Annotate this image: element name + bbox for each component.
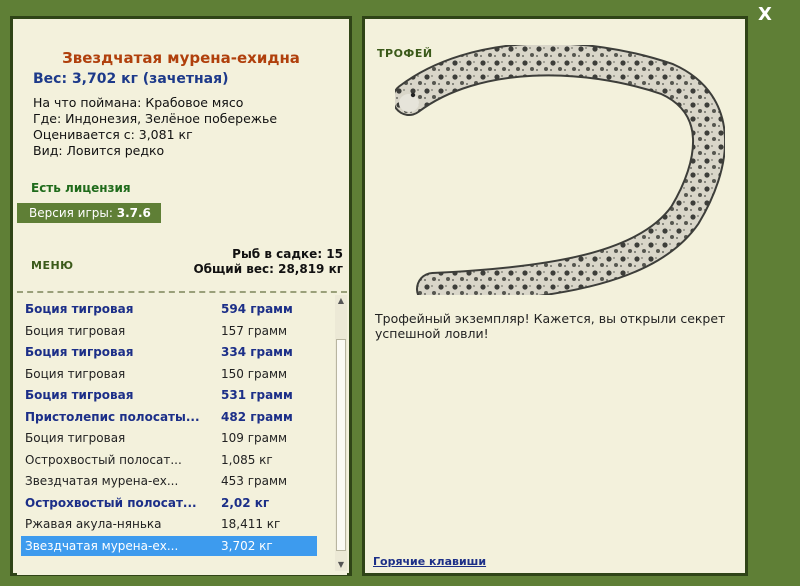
fish-list[interactable]: Боция тигровая 594 грамм Боция тигровая 157… [17,291,347,575]
fish-name: Боция тигровая [25,388,134,402]
fish-name: Боция тигровая [25,431,126,445]
list-item[interactable]: Боция тигровая 150 грамм [21,364,317,384]
list-item[interactable]: Боция тигровая 109 грамм [21,428,317,448]
list-item[interactable]: Боция тигровая 594 грамм [21,299,317,319]
fish-name: Острохвостый полосат... [25,495,197,510]
fish-weight-value: 453 грамм [221,474,288,488]
list-item[interactable]: Боция тигровая 157 грамм [21,321,317,341]
trophy-description: Трофейный экземпляр! Кажется, вы открыли… [375,311,726,341]
close-icon[interactable]: X [754,4,776,26]
list-item[interactable]: Острохвостый полосат... 1,085 кг [21,450,317,470]
fish-weight: Вес: 3,702 кг (зачетная) [33,71,229,87]
fish-name: Боция тигровая [25,345,134,359]
menu-button[interactable]: МЕНЮ [31,259,74,272]
catch-panel: Звездчатая мурена-ехидна Вес: 3,702 кг (… [10,16,352,576]
fish-name: Боция тигровая [25,323,126,338]
version-value: 3.7.6 [116,206,151,220]
fish-weight-value: 334 грамм [221,345,293,359]
fish-count: Рыб в садке: 15 [232,247,343,261]
fish-name: Звездчатая мурена-ех... [25,538,179,553]
location-info: Где: Индонезия, Зелёное побережье [33,111,278,126]
list-item[interactable]: Ржавая акула-нянька 18,411 кг [21,514,317,534]
scroll-thumb[interactable] [336,339,346,551]
value-info: Оценивается с: 3,081 кг [33,127,193,142]
list-item[interactable]: Острохвостый полосат... 2,02 кг [21,493,317,513]
fish-weight-value: 109 грамм [221,431,288,445]
fish-weight-value: 157 грамм [221,323,288,338]
fish-name: Боция тигровая [25,366,126,381]
version-badge: Версия игры: 3.7.6 [17,203,161,223]
bait-info: На что поймана: Крабовое мясо [33,95,244,110]
keepnet-stats: Рыб в садке: 15 Общий вес: 28,819 кг [193,247,343,277]
trophy-panel: ТРОФЕЙ Трофейный экземпляр! Кажется, вы … [362,16,748,576]
hotkeys-link[interactable]: Горячие клавиши [373,555,486,568]
fish-weight-value: 3,702 кг [221,538,273,553]
moray-eel-image [395,45,725,295]
rarity-info: Вид: Ловится редко [33,143,165,158]
fish-name: Звездчатая мурена-ех... [25,474,179,488]
fish-weight-value: 2,02 кг [221,495,270,510]
scroll-down-icon[interactable]: ▼ [335,559,347,571]
list-item[interactable]: Звездчатая мурена-ех... 453 грамм [21,471,317,491]
fish-weight-value: 18,411 кг [221,517,281,531]
fish-name: Острохвостый полосат... [25,452,182,467]
fish-title: Звездчатая мурена-ехидна [62,49,300,67]
fish-name: Пристолепис полосаты... [25,409,200,424]
fish-name: Боция тигровая [25,302,134,316]
license-status: Есть лицензия [31,181,131,195]
fish-weight-value: 150 грамм [221,366,288,381]
fish-weight-value: 1,085 кг [221,452,273,467]
list-scrollbar[interactable]: ▲ ▼ [335,295,347,571]
list-item[interactable]: Боция тигровая 531 грамм [21,385,317,405]
fish-weight-value: 531 грамм [221,388,293,402]
total-weight: Общий вес: 28,819 кг [193,262,343,276]
list-item[interactable]: Боция тигровая 334 грамм [21,342,317,362]
list-item[interactable]: Пристолепис полосаты... 482 грамм [21,407,317,427]
fish-weight-value: 482 грамм [221,409,293,424]
fish-name: Ржавая акула-нянька [25,517,162,531]
list-item[interactable]: Звездчатая мурена-ех... 3,702 кг [21,535,317,556]
scroll-up-icon[interactable]: ▲ [335,295,347,307]
fish-weight-value: 594 грамм [221,302,293,316]
version-label: Версия игры: [29,206,113,220]
